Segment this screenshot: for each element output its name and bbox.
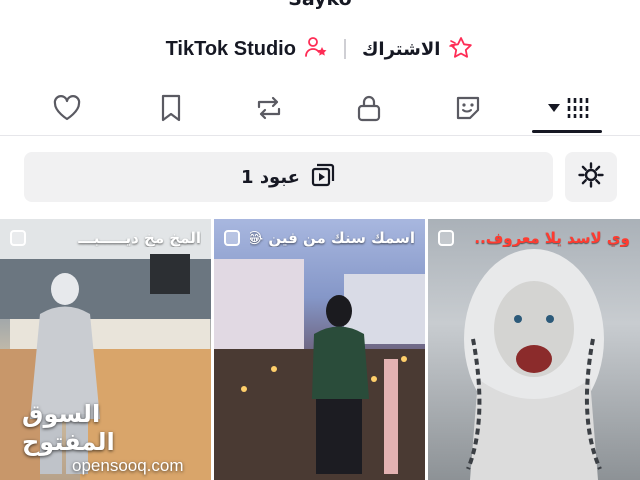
scene-lion-image: [464, 249, 604, 480]
tiktok-studio-link[interactable]: TikTok Studio: [166, 36, 328, 62]
dropdown-arrow-icon: [548, 104, 560, 112]
playlist-row: عبود 1: [0, 150, 640, 206]
select-checkbox[interactable]: [438, 230, 454, 246]
video-caption: اسمك سنك من فين 😂: [250, 229, 415, 247]
tab-stickers[interactable]: [448, 90, 488, 126]
select-checkbox[interactable]: [224, 230, 240, 246]
tab-private[interactable]: [349, 90, 389, 126]
subscribe-link[interactable]: الاشتراك: [362, 36, 475, 62]
grid-icon: [566, 96, 590, 120]
sticker-icon: [453, 93, 483, 123]
scene-night-image: [214, 259, 425, 480]
tab-favorites[interactable]: [151, 90, 191, 126]
creator-star-icon: [304, 36, 328, 62]
heart-icon: [52, 94, 82, 122]
settings-button[interactable]: [565, 152, 617, 202]
video-thumbnail[interactable]: وي لاسد يلا معروف..: [428, 219, 640, 480]
video-caption: المخ مخ ديـــــبـــ: [78, 229, 201, 247]
playlist-button[interactable]: عبود 1: [24, 152, 553, 202]
video-thumbnail[interactable]: اسمك سنك من فين 😂: [214, 219, 425, 480]
watermark-arabic: السوق المفتوح: [22, 400, 115, 456]
profile-username: Sayko: [0, 0, 640, 12]
playlist-label: عبود 1: [241, 166, 300, 188]
playlist-icon: [310, 162, 336, 192]
lock-icon: [355, 93, 383, 123]
profile-links-row: TikTok Studio الاشتراك: [0, 32, 640, 66]
tab-liked[interactable]: [47, 90, 87, 126]
opensooq-watermark: السوق المفتوح opensooq.com: [22, 400, 184, 475]
bookmark-icon: [158, 93, 184, 123]
links-divider: [343, 39, 346, 59]
subscribe-star-icon: [448, 36, 474, 62]
video-caption: وي لاسد يلا معروف..: [474, 229, 630, 247]
profile-tab-bar: [0, 84, 640, 136]
gear-icon: [577, 161, 605, 193]
active-tab-indicator: [532, 130, 602, 133]
subscribe-label: الاشتراك: [361, 38, 441, 60]
repost-icon: [253, 94, 285, 122]
select-checkbox[interactable]: [10, 230, 26, 246]
studio-label: TikTok Studio: [165, 37, 296, 60]
tab-reposts[interactable]: [249, 90, 289, 126]
tab-videos[interactable]: [545, 90, 593, 126]
watermark-latin: opensooq.com: [72, 456, 184, 475]
